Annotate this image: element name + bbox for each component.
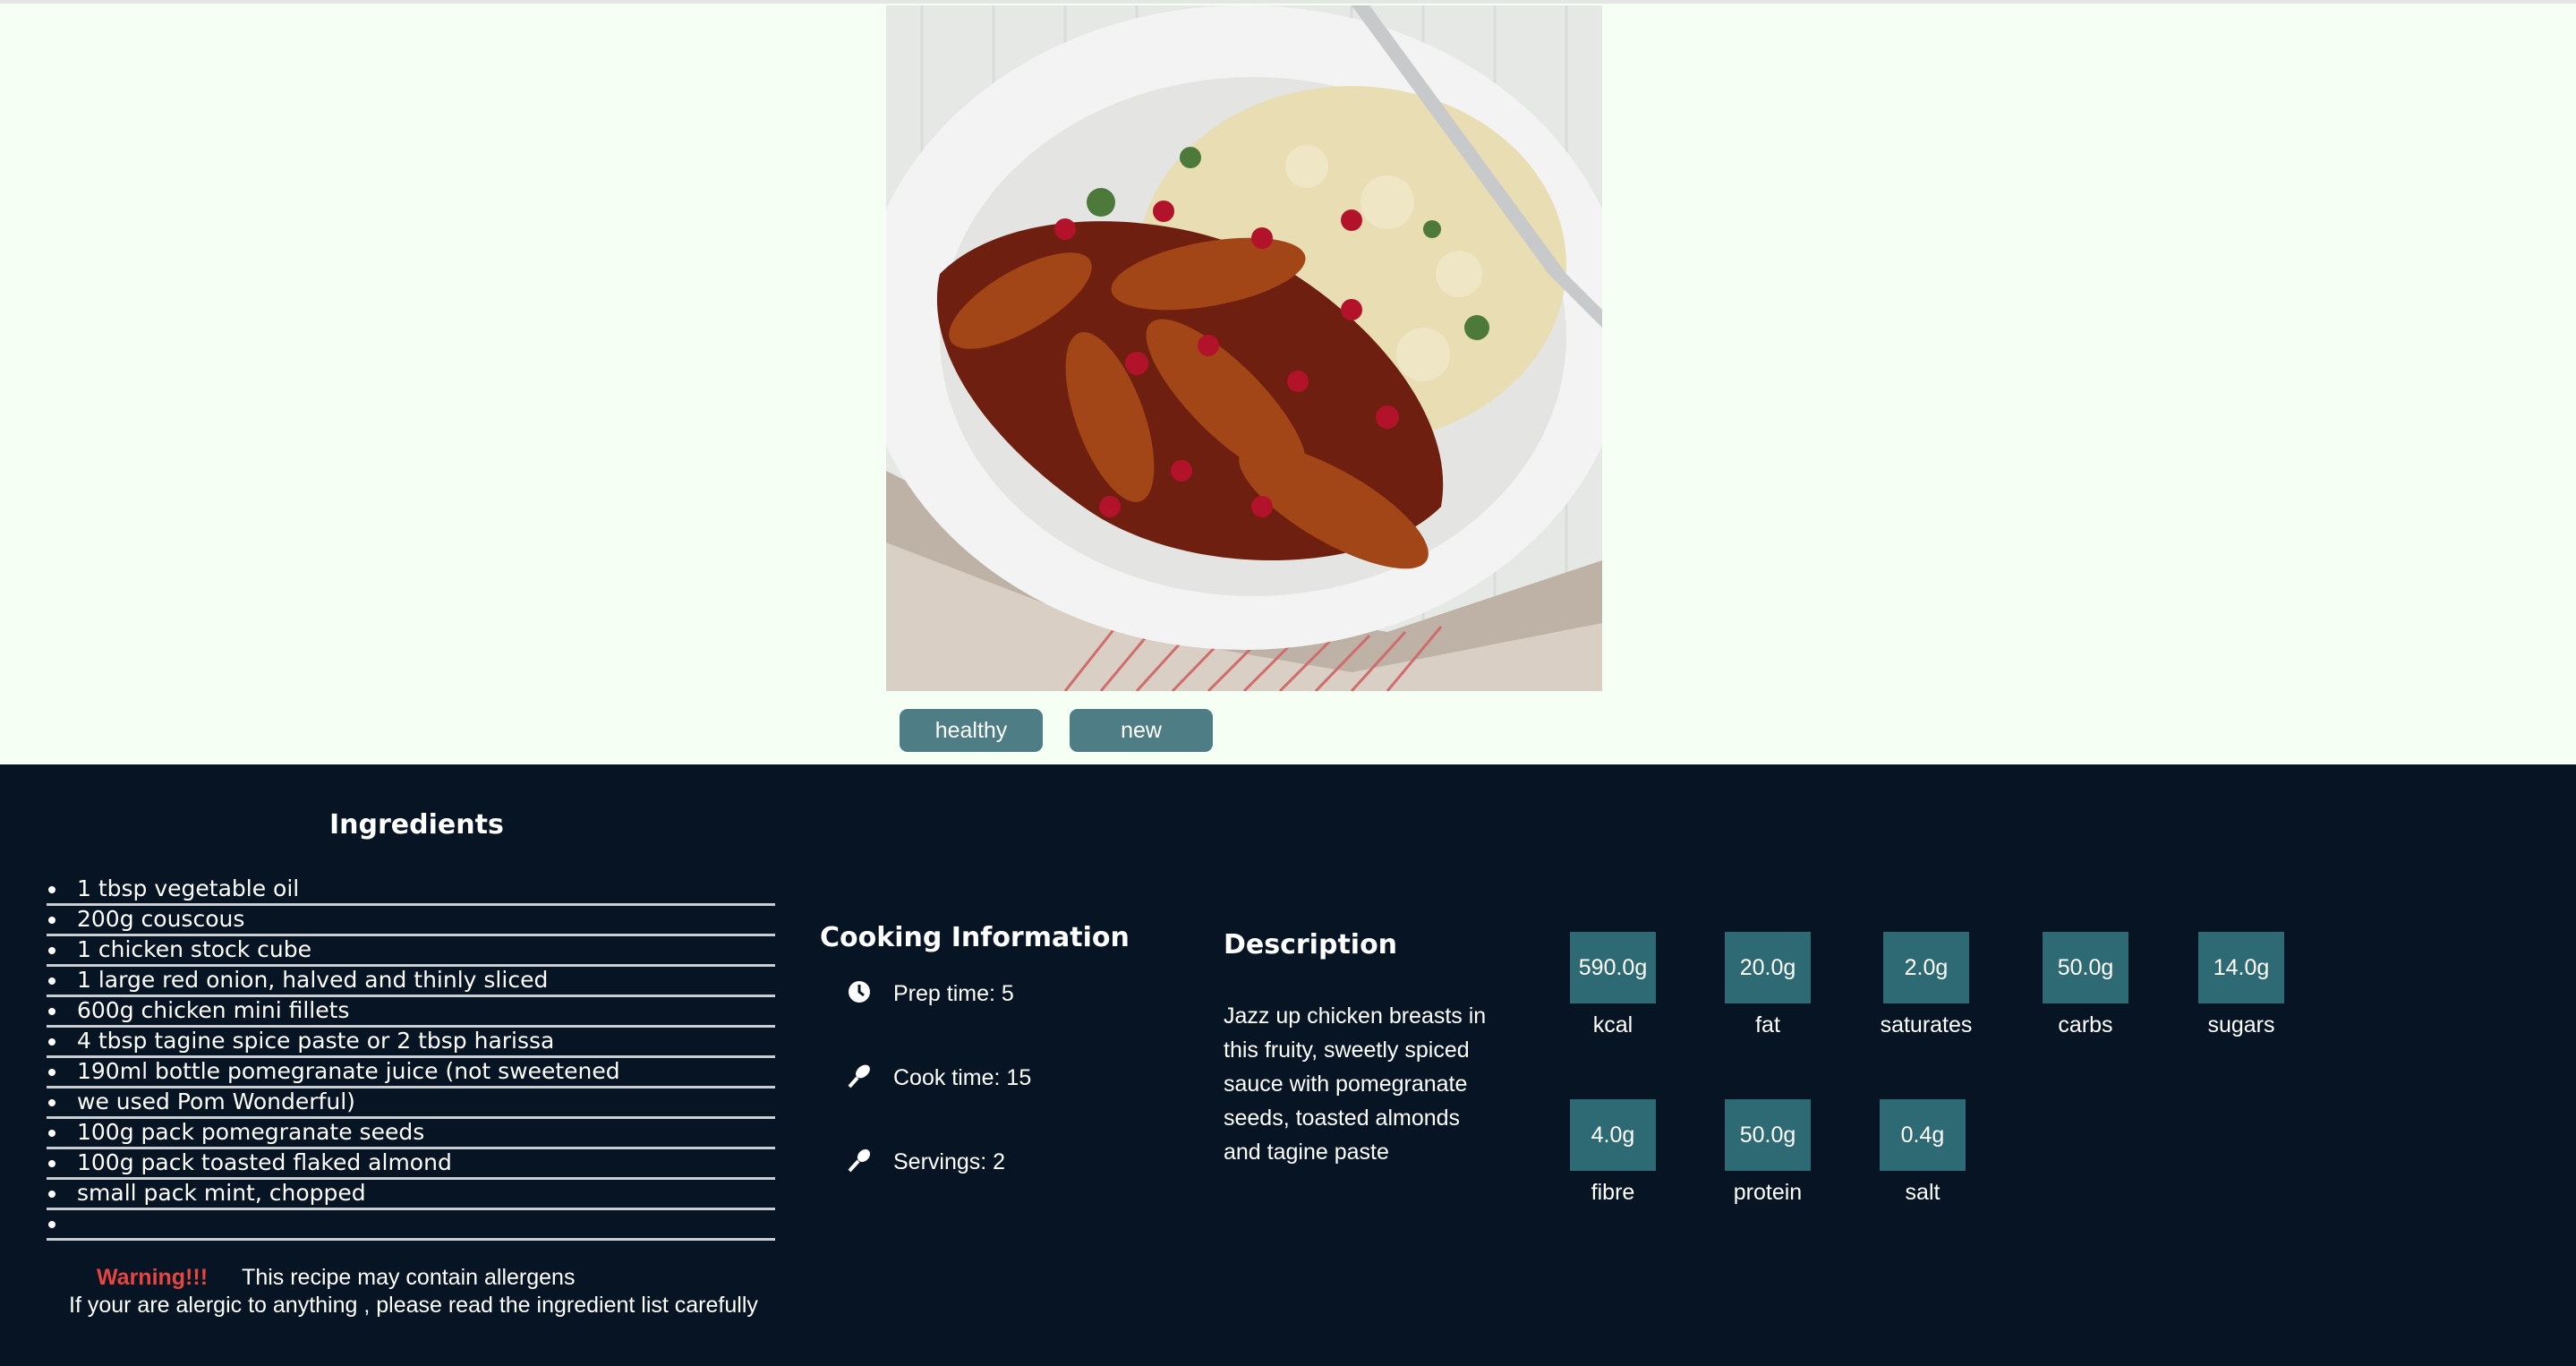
warning-detail: If your are alergic to anything , please… <box>69 1293 758 1318</box>
ingredient-item: 1 chicken stock cube <box>47 936 775 967</box>
ingredient-item: 600g chicken mini fillets <box>47 997 775 1028</box>
nutrition-value: 4.0g <box>1570 1099 1656 1171</box>
nutrition-value: 50.0g <box>2043 932 2128 1003</box>
nutrition-value: 2.0g <box>1883 932 1969 1003</box>
cooking-info-title: Cooking Information <box>820 922 1130 953</box>
nutrition-item-sugars: 14.0g sugars <box>2170 932 2313 1038</box>
cook-time-row: Cook time: 15 <box>847 1063 1031 1091</box>
tag-healthy[interactable]: healthy <box>900 709 1043 752</box>
nutrition-item-kcal: 590.0g kcal <box>1541 932 1685 1038</box>
cook-time: Cook time: 15 <box>893 1065 1032 1090</box>
description-title: Description <box>1224 929 1398 960</box>
ingredient-item: small pack mint, chopped <box>47 1180 775 1210</box>
nutrition-item-salt: 0.4g salt <box>1851 1099 1994 1206</box>
nutrition-value: 590.0g <box>1570 932 1656 1003</box>
nutrition-label: carbs <box>2058 1012 2113 1037</box>
nutrition-label: salt <box>1905 1180 1941 1205</box>
nutrition-value: 14.0g <box>2198 932 2284 1003</box>
whisk-icon <box>847 1063 872 1089</box>
allergen-warning: Warning!!! This recipe may contain allerg… <box>97 1265 575 1291</box>
ingredient-item: 100g pack pomegranate seeds <box>47 1119 775 1149</box>
nutrition-value: 0.4g <box>1880 1099 1966 1171</box>
warning-label: Warning!!! <box>97 1265 209 1290</box>
description-text: Jazz up chicken breasts in this fruity, … <box>1224 1003 1487 1165</box>
recipe-details: Ingredients 1 tbsp vegetable oil 200g co… <box>0 764 2576 1366</box>
clock-icon <box>847 979 872 1004</box>
hero-section: healthy new <box>0 4 2576 764</box>
ingredient-list: 1 tbsp vegetable oil 200g couscous 1 chi… <box>47 875 775 1241</box>
nutrition-value: 50.0g <box>1725 1099 1811 1171</box>
ingredient-item: 1 tbsp vegetable oil <box>47 875 775 906</box>
prep-time: Prep time: 5 <box>893 981 1014 1006</box>
nutrition-label: kcal <box>1592 1012 1633 1037</box>
nutrition-label: fat <box>1755 1012 1780 1037</box>
ingredient-item: 100g pack toasted flaked almond <box>47 1149 775 1180</box>
nutrition-item-carbs: 50.0g carbs <box>2014 932 2157 1038</box>
ingredient-item: 190ml bottle pomegranate juice (not swee… <box>47 1058 775 1089</box>
recipe-image <box>886 5 1602 691</box>
ingredient-item: 1 large red onion, halved and thinly sli… <box>47 967 775 997</box>
tag-list: healthy new <box>900 709 1240 752</box>
ingredient-item <box>47 1210 775 1241</box>
ingredients-title: Ingredients <box>329 809 504 841</box>
nutrition-item-saturates: 2.0g saturates <box>1855 932 1998 1038</box>
nutrition-item-protein: 50.0g protein <box>1696 1099 1839 1206</box>
nutrition-label: fibre <box>1591 1180 1635 1205</box>
tag-new[interactable]: new <box>1070 709 1213 752</box>
servings: Servings: 2 <box>893 1149 1006 1174</box>
nutrition-value: 20.0g <box>1725 932 1811 1003</box>
spoon-icon <box>847 1148 872 1173</box>
ingredient-item: 200g couscous <box>47 906 775 936</box>
nutrition-item-fibre: 4.0g fibre <box>1541 1099 1685 1206</box>
ingredient-item: we used Pom Wonderful) <box>47 1089 775 1119</box>
warning-text: This recipe may contain allergens <box>242 1265 576 1290</box>
nutrition-label: protein <box>1733 1180 1803 1205</box>
ingredient-item: 4 tbsp tagine spice paste or 2 tbsp hari… <box>47 1028 775 1058</box>
prep-time-row: Prep time: 5 <box>847 979 1014 1007</box>
nutrition-item-fat: 20.0g fat <box>1696 932 1839 1038</box>
servings-row: Servings: 2 <box>847 1148 1005 1175</box>
nutrition-label: saturates <box>1880 1012 1973 1037</box>
nutrition-label: sugars <box>2207 1012 2275 1037</box>
